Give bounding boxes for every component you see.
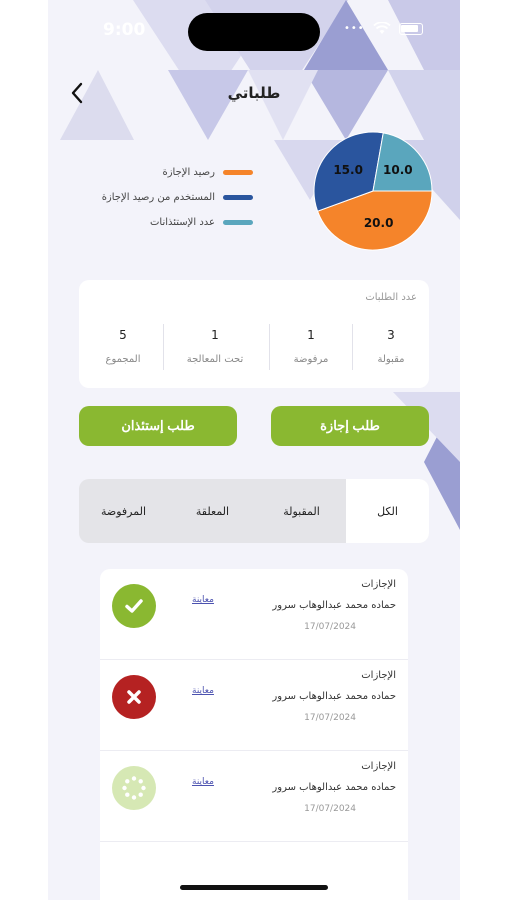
preview-link[interactable]: معاينة bbox=[192, 595, 214, 605]
tab-rejected[interactable]: المرفوضة bbox=[79, 479, 168, 543]
permission-request-button[interactable]: طلب إستئذان bbox=[79, 406, 237, 446]
legend-label: المستخدم من رصيد الإجازة bbox=[101, 192, 215, 203]
stat-value: 1 bbox=[211, 328, 219, 342]
request-date: 17/07/2024 bbox=[304, 622, 356, 632]
stat-value: 1 bbox=[307, 328, 315, 342]
pie-slice-label: 10.0 bbox=[383, 163, 413, 177]
wifi-icon bbox=[373, 22, 391, 34]
app-screen: 9:00 ••• طلباتي رصيد الإجازة المستخدم من… bbox=[48, 0, 460, 900]
pie-chart: 20.0 15.0 10.0 bbox=[313, 131, 433, 251]
employee-name: حماده محمد عبدالوهاب سرور bbox=[272, 782, 396, 793]
legend-swatch bbox=[223, 220, 253, 225]
stat-label: تحت المعالجة bbox=[186, 354, 244, 365]
x-icon bbox=[112, 675, 156, 719]
status-filter-tabs: الكل المقبولة المعلقة المرفوضة bbox=[79, 479, 429, 543]
chart-legend: رصيد الإجازة المستخدم من رصيد الإجازة عد… bbox=[102, 160, 253, 235]
preview-link[interactable]: معاينة bbox=[192, 777, 214, 787]
employee-name: حماده محمد عبدالوهاب سرور bbox=[272, 691, 396, 702]
request-type: الإجازات bbox=[361, 670, 396, 681]
tab-approved[interactable]: المقبولة bbox=[257, 479, 346, 543]
tab-pending[interactable]: المعلقة bbox=[168, 479, 257, 543]
legend-label: عدد الإستئذانات bbox=[149, 217, 215, 228]
stat-label: مرفوضة bbox=[293, 354, 329, 365]
check-icon bbox=[112, 584, 156, 628]
request-date: 17/07/2024 bbox=[304, 804, 356, 814]
stat-processing: 1 تحت المعالجة bbox=[171, 328, 259, 365]
page-title: طلباتي bbox=[227, 84, 281, 102]
list-item[interactable]: الإجازات حماده محمد عبدالوهاب سرور 17/07… bbox=[100, 751, 408, 842]
home-indicator bbox=[180, 885, 328, 890]
signal-icon: ••• bbox=[344, 23, 365, 34]
stat-rejected: 1 مرفوضة bbox=[267, 328, 355, 365]
pie-slice-label: 15.0 bbox=[333, 163, 363, 177]
preview-link[interactable]: معاينة bbox=[192, 686, 214, 696]
legend-label: رصيد الإجازة bbox=[162, 167, 215, 178]
legend-item-leave-balance: رصيد الإجازة bbox=[102, 160, 253, 185]
list-item[interactable]: الإجازات حماده محمد عبدالوهاب سرور 17/07… bbox=[100, 660, 408, 751]
tab-all[interactable]: الكل bbox=[346, 479, 429, 543]
stat-label: المجموع bbox=[105, 354, 141, 365]
employee-name: حماده محمد عبدالوهاب سرور bbox=[272, 600, 396, 611]
stat-label: مقبولة bbox=[377, 354, 405, 365]
legend-item-permissions-count: عدد الإستئذانات bbox=[102, 210, 253, 235]
dynamic-island bbox=[188, 13, 320, 51]
stats-title: عدد الطلبات bbox=[365, 292, 417, 303]
pie-slice bbox=[372, 132, 433, 192]
stat-value: 3 bbox=[387, 328, 395, 342]
status-time: 9:00 bbox=[103, 20, 146, 40]
legend-item-used-balance: المستخدم من رصيد الإجازة bbox=[102, 185, 253, 210]
requests-stats-card: عدد الطلبات 3 مقبولة 1 مرفوضة 1 تحت المع… bbox=[79, 280, 429, 388]
legend-swatch bbox=[223, 170, 253, 175]
status-icons: ••• bbox=[344, 22, 423, 35]
list-item[interactable]: الإجازات حماده محمد عبدالوهاب سرور 17/07… bbox=[100, 569, 408, 660]
battery-icon bbox=[398, 22, 423, 35]
leave-request-button[interactable]: طلب إجازة bbox=[271, 406, 429, 446]
request-type: الإجازات bbox=[361, 579, 396, 590]
loading-icon bbox=[112, 766, 156, 810]
request-date: 17/07/2024 bbox=[304, 713, 356, 723]
pie-slice-label: 20.0 bbox=[364, 216, 394, 230]
stat-divider bbox=[269, 324, 270, 370]
legend-swatch bbox=[223, 195, 253, 200]
stat-approved: 3 مقبولة bbox=[347, 328, 435, 365]
request-type: الإجازات bbox=[361, 761, 396, 772]
stat-value: 5 bbox=[119, 328, 127, 342]
requests-list: الإجازات حماده محمد عبدالوهاب سرور 17/07… bbox=[100, 569, 408, 900]
stat-total: 5 المجموع bbox=[79, 328, 167, 365]
